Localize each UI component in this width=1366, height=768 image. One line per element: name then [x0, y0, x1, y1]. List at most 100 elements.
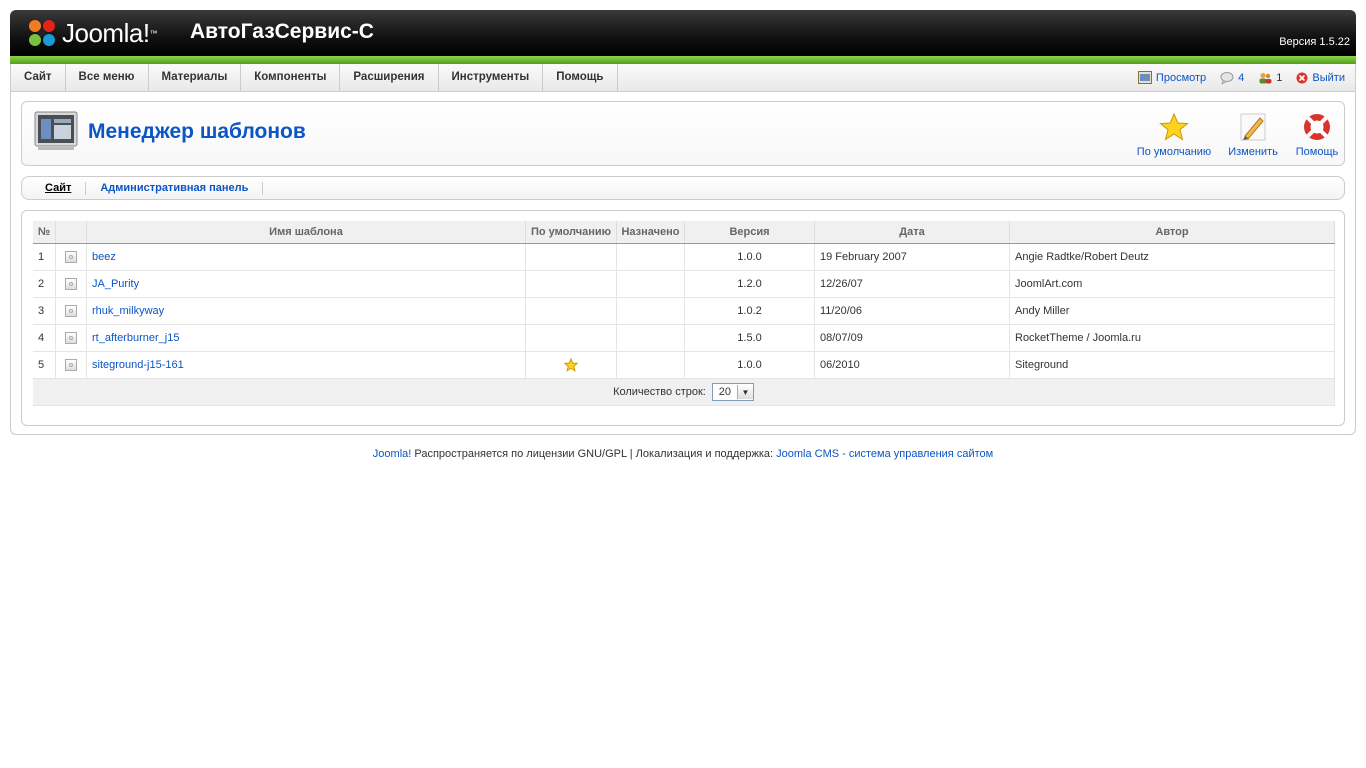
menu-item-components[interactable]: Компоненты: [241, 64, 341, 91]
users-count: 1: [1276, 71, 1283, 84]
header-author: Автор: [1009, 221, 1335, 244]
row-select: [55, 351, 87, 379]
rows-count-value: 20: [718, 386, 732, 398]
row-default: [525, 270, 617, 298]
templates-panel: № Имя шаблона По умолчанию Назначено Вер…: [21, 210, 1345, 426]
row-default: [525, 324, 617, 352]
row-default: [525, 243, 617, 271]
menu-item-site[interactable]: Сайт: [11, 64, 66, 91]
row-default: [525, 297, 617, 325]
row-radio[interactable]: [65, 332, 77, 345]
submenu: Сайт Административная панель: [21, 176, 1345, 200]
header-assigned: Назначено: [616, 221, 685, 244]
row-radio[interactable]: [65, 251, 77, 264]
row-select: [55, 297, 87, 325]
version-label: Версия 1.5.22: [1279, 36, 1350, 48]
joomla-logo-text: Joomla!: [62, 17, 150, 48]
footer-joomla-link[interactable]: Joomla!: [373, 448, 412, 460]
row-assigned: [616, 351, 685, 379]
toolbar-box: Менеджер шаблонов По умолчанию Изменить: [21, 101, 1345, 166]
logout-icon: [1296, 72, 1308, 83]
row-select: [55, 270, 87, 298]
template-name-link[interactable]: JA_Purity: [92, 278, 139, 290]
site-name: АвтоГазСервис-С: [190, 20, 374, 43]
template-name-link[interactable]: rhuk_milkyway: [92, 305, 164, 317]
submenu-site[interactable]: Сайт: [22, 181, 87, 195]
submenu-admin-panel[interactable]: Административная панель: [86, 181, 264, 195]
header-default: По умолчанию: [525, 221, 617, 244]
template-name-link[interactable]: beez: [92, 251, 116, 263]
preview-icon: [1137, 71, 1152, 84]
users-online: 1: [1258, 72, 1282, 84]
messages-count[interactable]: 4: [1238, 72, 1244, 84]
table-row: 2 JA_Purity 1.2.0 12/26/07 JoomlArt.com: [33, 270, 1335, 298]
default-button-label: По умолчанию: [1136, 146, 1212, 158]
edit-button-label: Изменить: [1228, 146, 1278, 158]
row-date: 12/26/07: [814, 270, 1010, 298]
footer-localization-link[interactable]: Joomla CMS - система управления сайтом: [776, 448, 993, 460]
header-select: [55, 221, 87, 244]
pagination-row: Количество строк: 20 ▼: [33, 378, 1335, 406]
star-icon: [1159, 112, 1189, 141]
row-version: 1.5.0: [684, 324, 815, 352]
pencil-icon: [1240, 113, 1266, 141]
header-accent-bar: [10, 56, 1356, 64]
template-manager-icon: [34, 111, 78, 150]
default-button[interactable]: По умолчанию: [1134, 112, 1214, 158]
logout-link[interactable]: Выйти: [1296, 72, 1345, 84]
lifebuoy-icon: [1304, 114, 1330, 140]
row-version: 1.2.0: [684, 270, 815, 298]
menu-item-tools[interactable]: Инструменты: [439, 64, 544, 91]
menu-item-extensions[interactable]: Расширения: [340, 64, 439, 91]
row-assigned: [616, 297, 685, 325]
status-area: Просмотр 4 1 Выйти: [1137, 64, 1345, 91]
preview-label[interactable]: Просмотр: [1156, 72, 1206, 84]
row-date: 19 February 2007: [814, 243, 1010, 271]
preview-link[interactable]: Просмотр: [1137, 71, 1206, 84]
pagination-cell: Количество строк: 20 ▼: [33, 378, 1335, 406]
table-row: 4 rt_afterburner_j15 1.5.0 08/07/09 Rock…: [33, 324, 1335, 352]
template-name-link[interactable]: siteground-j15-161: [92, 359, 184, 371]
row-author: JoomlArt.com: [1009, 270, 1335, 298]
row-author: Siteground: [1009, 351, 1335, 379]
footer-license-text: Распространяется по лицензии GNU/GPL | Л…: [411, 448, 777, 460]
header-name[interactable]: Имя шаблона: [86, 221, 526, 244]
row-radio[interactable]: [65, 305, 77, 318]
row-radio[interactable]: [65, 359, 77, 372]
menu-item-content[interactable]: Материалы: [149, 64, 242, 91]
header-num: №: [33, 221, 56, 244]
menu-item-all-menus[interactable]: Все меню: [66, 64, 149, 91]
row-radio[interactable]: [65, 278, 77, 291]
table-row: 1 beez 1.0.0 19 February 2007 Angie Radt…: [33, 243, 1335, 271]
header-bar: Joomla! ™ АвтоГазСервис-С Версия 1.5.22: [10, 10, 1356, 56]
template-name-link[interactable]: rt_afterburner_j15: [92, 332, 179, 344]
row-num: 1: [33, 243, 56, 271]
page-title: Менеджер шаблонов: [88, 120, 306, 143]
page-footer: Joomla! Распространяется по лицензии GNU…: [0, 448, 1366, 460]
row-num: 4: [33, 324, 56, 352]
row-date: 11/20/06: [814, 297, 1010, 325]
rows-count-label: Количество строк:: [613, 385, 706, 398]
default-star-icon: [563, 357, 579, 372]
row-version: 1.0.2: [684, 297, 815, 325]
row-select: [55, 324, 87, 352]
table-row: 5 siteground-j15-161 1.0.0 06/2010 Siteg…: [33, 351, 1335, 379]
templates-table: № Имя шаблона По умолчанию Назначено Вер…: [33, 221, 1335, 406]
menu-item-help[interactable]: Помощь: [543, 64, 618, 91]
logout-label[interactable]: Выйти: [1312, 72, 1345, 84]
rows-count-select[interactable]: 20 ▼: [711, 383, 754, 401]
row-assigned: [616, 243, 685, 271]
row-author: Angie Radtke/Robert Deutz: [1009, 243, 1335, 271]
row-assigned: [616, 324, 685, 352]
joomla-logo: Joomla! ™: [26, 16, 158, 50]
help-button-label: Помощь: [1295, 146, 1339, 158]
row-assigned: [616, 270, 685, 298]
row-date: 08/07/09: [814, 324, 1010, 352]
row-num: 2: [33, 270, 56, 298]
messages-link[interactable]: 4: [1220, 71, 1244, 84]
help-button[interactable]: Помощь: [1292, 112, 1342, 158]
edit-button[interactable]: Изменить: [1223, 112, 1283, 158]
header-date: Дата: [814, 221, 1010, 244]
row-version: 1.0.0: [684, 351, 815, 379]
row-author: Andy Miller: [1009, 297, 1335, 325]
